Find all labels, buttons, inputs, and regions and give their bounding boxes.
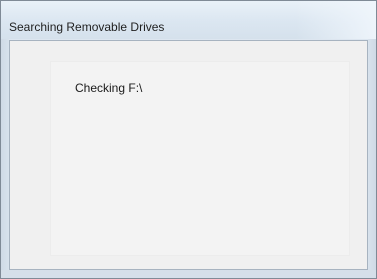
window-frame-bottom — [1, 270, 376, 278]
window-frame-right — [368, 39, 376, 278]
window-frame-left — [1, 39, 9, 278]
window-title: Searching Removable Drives — [9, 20, 165, 34]
dialog-content-area: Checking F:\ — [9, 40, 368, 270]
status-label: Checking F:\ — [75, 81, 143, 95]
title-bar[interactable]: Searching Removable Drives — [1, 1, 376, 39]
dialog-window: Searching Removable Drives Checking F:\ — [0, 0, 377, 279]
title-bar-highlight — [296, 1, 376, 39]
